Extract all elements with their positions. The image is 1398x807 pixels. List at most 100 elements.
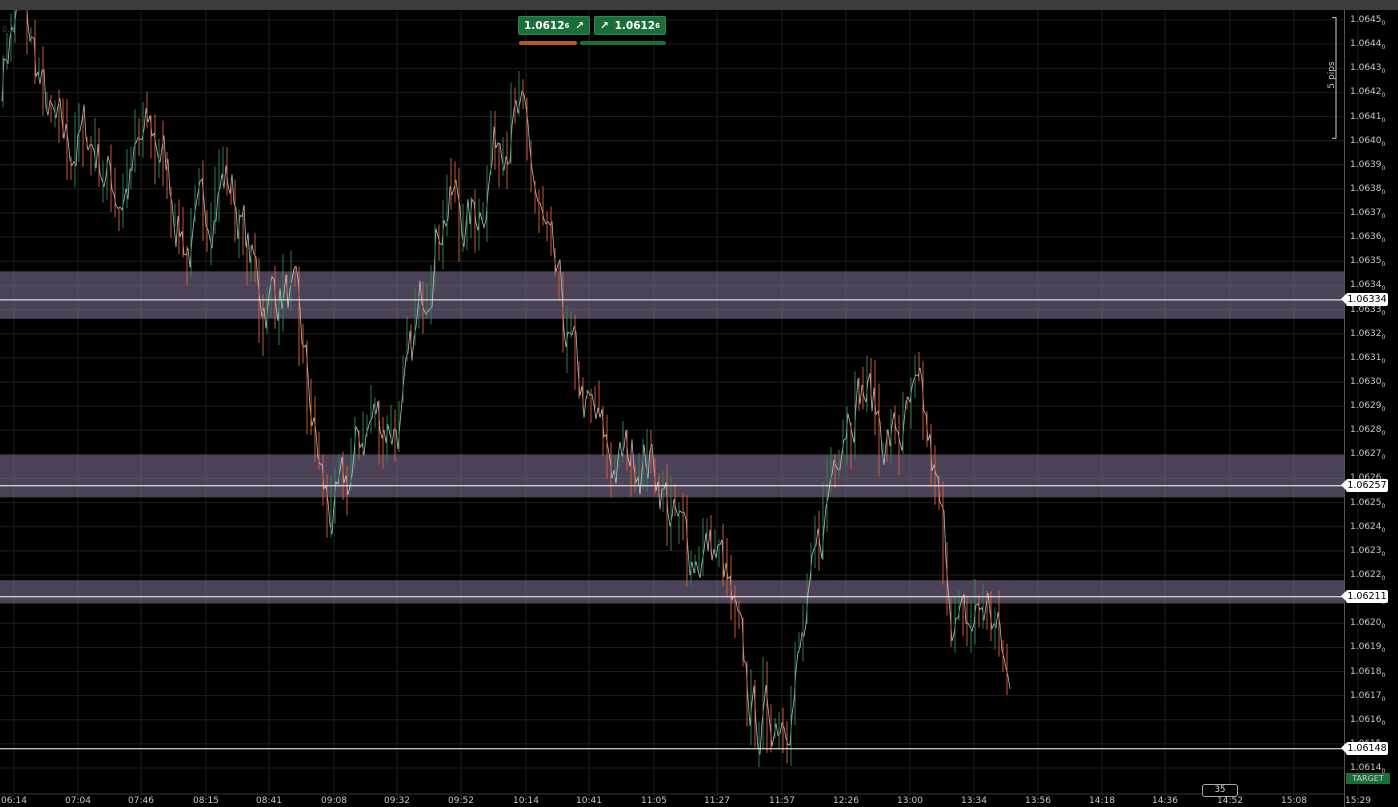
price-series xyxy=(1,10,1011,768)
price-tick-suffix: 0 xyxy=(1381,68,1386,76)
time-tick-label: 13:56 xyxy=(1025,796,1051,806)
time-tick-label: 09:52 xyxy=(448,796,474,806)
price-tick-suffix: 0 xyxy=(1381,430,1386,437)
price-tick-suffix: 0 xyxy=(1381,212,1386,220)
price-tick-label: 1.06290 xyxy=(1350,401,1386,413)
level-price-tag[interactable]: 1.06148 xyxy=(1341,742,1388,756)
time-tick-label: 11:57 xyxy=(769,796,795,806)
sell-price: 1.0612 xyxy=(524,19,565,32)
price-tick-suffix: 0 xyxy=(1381,19,1386,27)
faded-corner-label: 0.0 xyxy=(2,25,15,34)
price-tick-label: 1.06330 xyxy=(1350,304,1386,317)
sell-arrow-icon: ↗ xyxy=(575,19,584,32)
price-tick-suffix: 0 xyxy=(1381,454,1386,462)
time-tick-label: 07:46 xyxy=(128,796,154,806)
axes xyxy=(0,10,1345,807)
price-tick-label: 1.06340 xyxy=(1350,280,1386,293)
price-tick-suffix: 0 xyxy=(1381,236,1386,244)
time-tick-label: 06:14 xyxy=(1,796,27,806)
time-tick-label: 12:26 xyxy=(833,796,859,806)
price-tick-suffix: 0 xyxy=(1381,526,1386,534)
price-tick-label: 1.06190 xyxy=(1350,642,1386,655)
price-tick-label: 1.06370 xyxy=(1350,208,1386,220)
price-tick-label: 1.06420 xyxy=(1350,87,1386,100)
time-tick-label: 15:29 xyxy=(1345,796,1371,806)
price-tick-suffix: 0 xyxy=(1381,695,1386,703)
level-price-tag[interactable]: 1.06211 xyxy=(1341,590,1388,604)
price-chart[interactable] xyxy=(0,10,1398,807)
price-tick-suffix: 0 xyxy=(1381,405,1386,413)
time-tick-label: 15:08 xyxy=(1281,796,1307,806)
buy-volume-bar xyxy=(580,41,666,45)
buy-price: 1.0612 xyxy=(614,19,656,32)
time-tick-label: 07:04 xyxy=(65,796,91,806)
buy-arrow-icon: ↗ xyxy=(600,19,609,32)
price-tick-label: 1.06240 xyxy=(1350,521,1386,534)
time-tick-label: 13:00 xyxy=(897,796,923,806)
price-tick-suffix: 0 xyxy=(1381,285,1386,293)
price-tick-label: 1.06320 xyxy=(1350,328,1386,341)
time-tick-label: 11:05 xyxy=(641,796,667,806)
pips-ruler-label: 5 pips xyxy=(1327,61,1337,89)
price-tick-suffix: 0 xyxy=(1381,309,1386,317)
horizontal-levels[interactable] xyxy=(0,299,1344,750)
sell-button[interactable]: 1.0612 6 ↗ xyxy=(518,16,590,35)
time-tick-label: 09:08 xyxy=(321,796,347,806)
zoom-level-box[interactable]: 35 xyxy=(1202,784,1238,797)
price-tick-label: 1.06390 xyxy=(1350,159,1386,172)
price-tick-label: 1.06400 xyxy=(1350,135,1386,148)
level-zone xyxy=(0,454,1344,498)
price-tick-label: 1.06280 xyxy=(1350,425,1386,437)
price-tick-suffix: 0 xyxy=(1381,671,1386,679)
time-tick-label: 14:52 xyxy=(1217,796,1243,806)
price-tick-suffix: 0 xyxy=(1381,116,1386,124)
time-tick-label: 10:41 xyxy=(576,796,602,806)
level-zone xyxy=(0,271,1344,319)
level-price-tag[interactable]: 1.06257 xyxy=(1341,479,1388,493)
time-tick-label: 14:18 xyxy=(1089,796,1115,806)
price-tick-suffix: 0 xyxy=(1381,333,1386,341)
price-tick-suffix: 0 xyxy=(1381,502,1386,510)
support-resistance-zones xyxy=(0,271,1344,604)
time-tick-label: 08:15 xyxy=(193,796,219,806)
level-zone xyxy=(0,580,1344,604)
price-tick-label: 1.06200 xyxy=(1350,618,1386,631)
price-tick-suffix: 0 xyxy=(1381,623,1386,631)
buy-button[interactable]: ↗ 1.0612 6 xyxy=(594,16,666,35)
price-tick-suffix: 0 xyxy=(1381,140,1386,148)
price-tick-label: 1.06350 xyxy=(1350,256,1386,269)
price-tick-label: 1.06180 xyxy=(1350,666,1386,679)
time-tick-label: 14:36 xyxy=(1152,796,1178,806)
price-tick-label: 1.06410 xyxy=(1350,111,1386,124)
price-tick-suffix: 0 xyxy=(1381,647,1386,655)
price-tick-label: 1.06380 xyxy=(1350,183,1386,196)
level-price-tag[interactable]: 1.06334 xyxy=(1341,293,1388,307)
price-tick-label: 1.06430 xyxy=(1350,63,1386,76)
price-tick-suffix: 0 xyxy=(1381,43,1386,51)
sell-price-pipette: 6 xyxy=(564,21,570,30)
window-top-bar xyxy=(0,0,1398,10)
target-badge[interactable]: TARGET xyxy=(1346,773,1390,784)
price-tick-suffix: 0 xyxy=(1381,550,1386,558)
price-tick-label: 1.06300 xyxy=(1350,376,1386,389)
time-tick-label: 09:32 xyxy=(384,796,410,806)
price-tick-label: 1.06270 xyxy=(1350,449,1386,462)
time-tick-label: 13:34 xyxy=(961,796,987,806)
price-tick-suffix: 0 xyxy=(1381,92,1386,100)
price-tick-label: 1.06450 xyxy=(1350,15,1386,27)
price-tick-suffix: 0 xyxy=(1381,574,1386,582)
price-tick-label: 1.06360 xyxy=(1350,232,1386,244)
time-tick-label: 08:41 xyxy=(256,796,282,806)
chart-grid xyxy=(0,10,1359,797)
price-tick-suffix: 0 xyxy=(1381,188,1386,196)
price-tick-label: 1.06230 xyxy=(1350,545,1386,558)
price-tick-label: 1.06170 xyxy=(1350,690,1386,703)
price-tick-label: 1.06440 xyxy=(1350,39,1386,51)
price-tick-label: 1.06220 xyxy=(1350,569,1386,582)
price-tick-suffix: 0 xyxy=(1381,719,1386,727)
price-tick-label: 1.06250 xyxy=(1350,497,1386,510)
price-tick-label: 1.06310 xyxy=(1350,352,1386,365)
buy-price-pipette: 6 xyxy=(655,21,660,30)
price-tick-suffix: 0 xyxy=(1381,357,1386,365)
sell-volume-bar xyxy=(519,41,577,45)
